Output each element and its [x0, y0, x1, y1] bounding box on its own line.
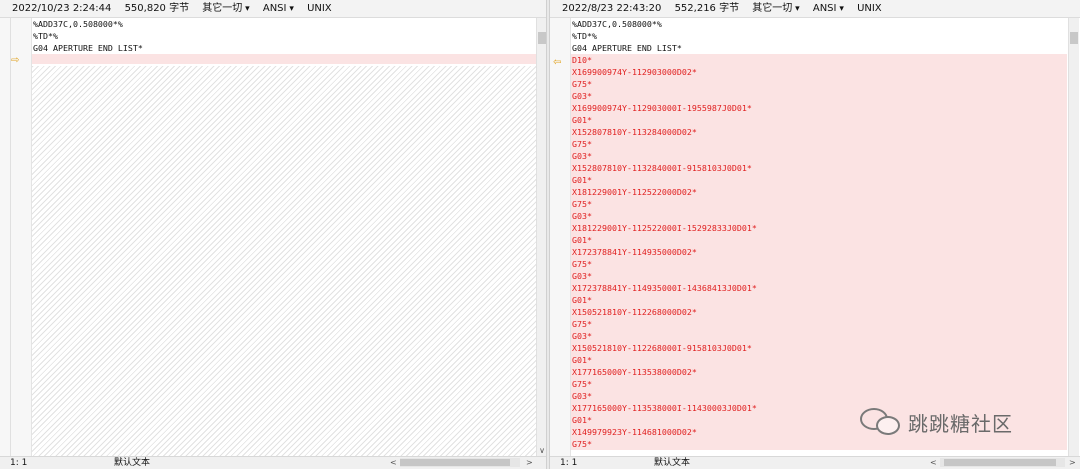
right-gutter: ⇦: [550, 18, 571, 456]
diff-line: G75*: [571, 318, 1067, 330]
left-vscroll-thumb[interactable]: [538, 32, 546, 44]
diff-line: X181229001Y-112522000D02*: [571, 186, 1067, 198]
arrow-left-icon: ⇦: [553, 57, 562, 68]
right-horizontal-scrollbar[interactable]: [940, 458, 1065, 467]
diff-line: G03*: [571, 390, 1067, 402]
left-file-size: 550,820 字节: [124, 3, 190, 14]
diff-line: X172378841Y-114935000I-14368413J0D01*: [571, 282, 1067, 294]
missing-lines-marker: [32, 54, 536, 64]
diff-line: X169900974Y-112903000D02*: [571, 66, 1067, 78]
left-info-bar: 2022/10/23 2:24:44 550,820 字节 其它一切 ANSI …: [0, 0, 548, 18]
diff-line: G01*: [571, 294, 1067, 306]
chevron-left-icon[interactable]: <: [930, 457, 937, 469]
diff-line: X177165000Y-113538000D02*: [571, 366, 1067, 378]
right-file-pane: 2022/8/23 22:43:20 552,216 字节 其它一切 ANSI …: [550, 0, 1080, 469]
code-line: %TD*%: [33, 31, 58, 41]
diff-line: G01*: [571, 234, 1067, 246]
diff-line: D10*: [571, 54, 1067, 66]
right-file-size: 552,216 字节: [674, 3, 740, 14]
code-line: %ADD37C,0.508000*%: [572, 19, 662, 29]
added-lines-block: D10* X169900974Y-112903000D02* G75* G03* X16…: [571, 54, 1067, 450]
wechat-icon: [858, 406, 902, 438]
chevron-right-icon[interactable]: >: [1069, 457, 1076, 469]
code-line: G04 APERTURE END LIST*: [33, 43, 143, 53]
right-code-view[interactable]: %ADD37C,0.508000*% %TD*% G04 APERTURE EN…: [571, 18, 1067, 456]
code-line: %TD*%: [572, 31, 597, 41]
right-line-ending[interactable]: UNIX: [857, 0, 882, 18]
diff-line: G01*: [571, 114, 1067, 126]
diff-line: G75*: [571, 378, 1067, 390]
diff-line: X152807810Y-113284000D02*: [571, 126, 1067, 138]
arrow-right-icon: ⇨: [11, 55, 20, 66]
diff-line: G75*: [571, 198, 1067, 210]
left-encoding-dropdown[interactable]: ANSI: [263, 0, 294, 18]
left-text-type: 默认文本: [114, 458, 151, 468]
left-cursor-position: 1: 1: [10, 458, 28, 468]
right-status-bar: 1: 1 默认文本 < >: [550, 456, 1080, 469]
right-vertical-scrollbar[interactable]: [1068, 18, 1079, 456]
diff-line: G03*: [571, 150, 1067, 162]
right-encoding-dropdown[interactable]: ANSI: [813, 0, 844, 18]
left-gutter-strip: [1, 18, 11, 456]
diff-line: G01*: [571, 354, 1067, 366]
diff-line: X172378841Y-114935000D02*: [571, 246, 1067, 258]
diff-line: G75*: [571, 138, 1067, 150]
left-gutter: ⇨: [0, 18, 32, 456]
chevron-left-icon[interactable]: <: [390, 457, 397, 469]
right-hscroll-thumb[interactable]: [944, 459, 1056, 466]
left-line-ending[interactable]: UNIX: [307, 0, 332, 18]
diff-line: G03*: [571, 210, 1067, 222]
diff-line: G75*: [571, 78, 1067, 90]
left-file-datetime: 2022/10/23 2:24:44: [12, 3, 112, 14]
code-line: G04 APERTURE END LIST*: [572, 43, 682, 53]
right-vscroll-thumb[interactable]: [1070, 32, 1078, 44]
left-hscroll-thumb[interactable]: [400, 459, 510, 466]
watermark-text: 跳跳糖社区: [908, 411, 1013, 436]
diff-line: X150521810Y-112268000D02*: [571, 306, 1067, 318]
left-horizontal-scrollbar[interactable]: [400, 458, 520, 467]
diff-line: G01*: [571, 174, 1067, 186]
left-status-bar: 1: 1 默认文本 < >: [0, 456, 548, 469]
diff-line: G75*: [571, 258, 1067, 270]
right-text-type: 默认文本: [654, 458, 691, 468]
right-info-bar: 2022/8/23 22:43:20 552,216 字节 其它一切 ANSI …: [550, 0, 1080, 18]
diff-line: G03*: [571, 270, 1067, 282]
diff-line: X169900974Y-112903000I-1955987J0D01*: [571, 102, 1067, 114]
diff-line: X150521810Y-112268000I-9158103J0D01*: [571, 342, 1067, 354]
watermark: 跳跳糖社区: [858, 405, 1013, 439]
right-format-dropdown[interactable]: 其它一切: [752, 0, 799, 18]
chevron-right-icon[interactable]: >: [526, 457, 533, 469]
right-file-datetime: 2022/8/23 22:43:20: [562, 3, 662, 14]
diff-line: G75*: [571, 438, 1067, 450]
right-cursor-position: 1: 1: [560, 458, 578, 468]
left-format-dropdown[interactable]: 其它一切: [202, 0, 249, 18]
diff-line: G03*: [571, 330, 1067, 342]
left-file-pane: 2022/10/23 2:24:44 550,820 字节 其它一切 ANSI …: [0, 0, 548, 469]
diff-line: X152807810Y-113284000I-9158103J0D01*: [571, 162, 1067, 174]
diff-line: G03*: [571, 90, 1067, 102]
missing-region-hatch: [32, 66, 536, 456]
code-line: %ADD37C,0.508000*%: [33, 19, 123, 29]
diff-line: X181229001Y-112522000I-15292833J0D01*: [571, 222, 1067, 234]
